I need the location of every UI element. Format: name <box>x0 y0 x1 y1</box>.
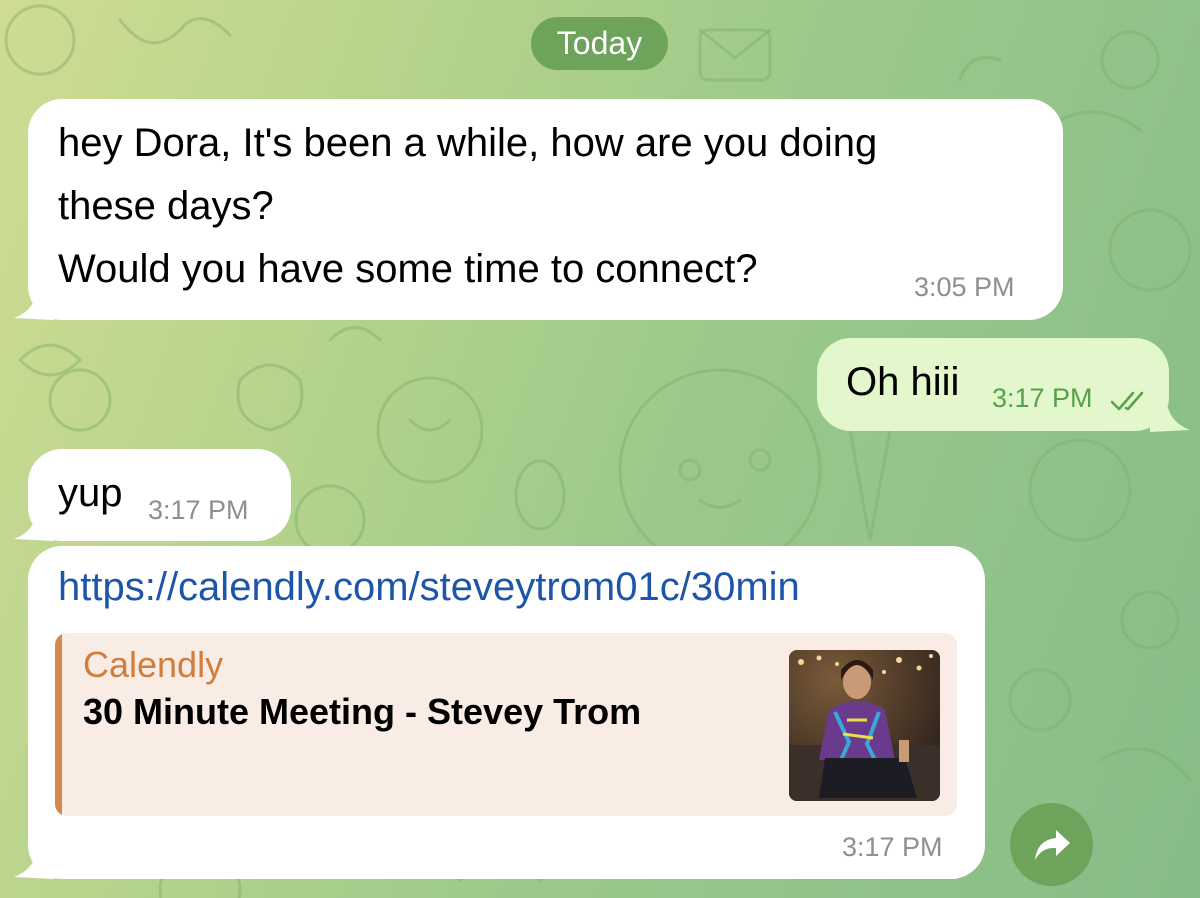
message-text: yup <box>58 471 123 515</box>
message-text: Oh hiii <box>846 360 960 404</box>
message-time: 3:17 PM <box>148 495 249 525</box>
share-button[interactable] <box>1010 803 1093 886</box>
preview-accent-bar <box>55 633 62 816</box>
message-time: 3:05 PM <box>914 272 1015 302</box>
link-preview-card[interactable]: Calendly 30 Minute Meeting - Stevey Trom <box>55 633 957 816</box>
share-forward-icon <box>1034 829 1070 860</box>
message-text: hey Dora, It's been a while, how are you… <box>58 121 878 165</box>
double-check-icon <box>1110 391 1144 411</box>
preview-site-name: Calendly <box>83 644 224 685</box>
message-time: 3:17 PM <box>842 832 943 862</box>
date-separator: Today <box>531 17 668 70</box>
message-link[interactable]: https://calendly.com/steveytrom01c/30min <box>58 565 800 610</box>
message-text: these days? <box>58 184 274 228</box>
message-text: Would you have some time to connect? <box>58 247 758 291</box>
message-time: 3:17 PM <box>992 383 1093 413</box>
preview-title: 30 Minute Meeting - Stevey Trom <box>83 691 642 732</box>
person-photo-thumbnail[interactable] <box>789 650 940 801</box>
